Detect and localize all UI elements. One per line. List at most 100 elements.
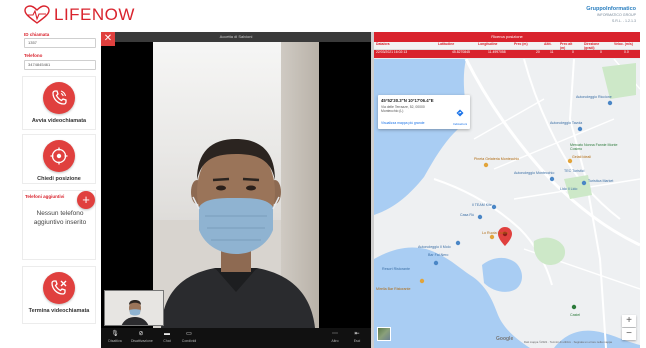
map-poi-label[interactable]: Turistica Market <box>588 179 613 183</box>
directions-button[interactable]: Indicazioni <box>452 104 468 126</box>
map-poi-label[interactable]: TEC Turistici <box>564 169 584 173</box>
remote-video-stream <box>153 42 319 328</box>
id-field[interactable]: 1357 <box>24 38 96 48</box>
table-header-cell: Altit. <box>544 42 552 46</box>
mute-mic-label: Disattiva <box>108 339 122 343</box>
chat-label: Chat <box>163 339 171 343</box>
popup-coordinates: 45°52'30.3"N 10°17'06.4"E <box>381 98 434 103</box>
map-panel: Ricerca posizione Data/ora Latitudine Lo… <box>374 32 640 348</box>
camera-off-button[interactable]: ⊘ Disattivazione <box>131 331 153 343</box>
table-header: Data/ora Latitudine Longitudine Prec (m)… <box>374 42 640 50</box>
request-position-button[interactable]: Chiedi posizione <box>22 134 96 184</box>
position-circle <box>43 140 75 172</box>
start-video-call-label: Avvia videochiamata <box>31 118 87 124</box>
table-header-cell: Prec (m) <box>514 42 528 46</box>
logo: LIFENOW <box>24 5 135 25</box>
zoom-in-button[interactable]: + <box>622 315 636 327</box>
partner-sub-2: S.R.L. - 1.2.1.3 <box>611 18 636 23</box>
map-poi-label[interactable]: Mercato Nonna Fannie Monte Cosimo <box>570 143 628 151</box>
camera-off-label: Disattivazione <box>131 339 153 343</box>
map-title: Ricerca posizione <box>491 34 523 39</box>
table-cell: 11.4997058 <box>488 50 506 54</box>
map-poi-label[interactable]: Autonoleggio Tavola <box>550 121 582 125</box>
table-cell: 0 <box>600 50 602 54</box>
table-cell: 11 <box>550 50 554 54</box>
map-poi-label[interactable]: Lo Ruota Ladies <box>482 231 508 235</box>
directions-label: Indicazioni <box>452 122 468 126</box>
map-poi-label[interactable]: Resort Ristorante <box>382 267 410 271</box>
partner-name: GruppoInformatico <box>586 6 636 12</box>
app-header: LIFENOW GruppoInformatico INFORMATICO GR… <box>0 0 646 32</box>
map-poi-label[interactable]: Gelati Ideali <box>572 155 591 159</box>
map-poi-label[interactable]: Autonoleggio Riccione <box>576 95 612 99</box>
zoom-out-button[interactable]: − <box>622 328 636 340</box>
microphone-icon: 🎙 <box>111 331 119 337</box>
video-title: Accetta di Salvioni <box>219 34 253 39</box>
table-header-cell: Latitudine <box>438 42 455 46</box>
extra-phones-title: Telefoni aggiuntivi <box>25 194 65 199</box>
more-icon: ⋯ <box>332 331 338 337</box>
map-poi-label[interactable]: Casa Rù <box>460 213 474 217</box>
map-poi-label[interactable]: Autonoleggio Montecchio <box>514 171 554 175</box>
table-cell: 0 <box>572 50 574 54</box>
partner-logo: GruppoInformatico INFORMATICO GROUP S.R.… <box>578 6 636 23</box>
map-title-bar: Ricerca posizione <box>374 32 640 42</box>
video-controls-bar: 🎙 Disattiva ⊘ Disattivazione ▬ Chat ▭ Co… <box>101 328 371 348</box>
table-header-cell: Veloc. (m/s) <box>614 42 633 46</box>
mute-mic-button[interactable]: 🎙 Disattiva <box>105 331 125 343</box>
end-video-call-label: Termina videochiamata <box>28 308 90 314</box>
map-zoom-controls: + − <box>622 315 636 340</box>
video-call-panel: Accetta di Salvioni ✕ 🎙 Disattiva ⊘ Disa… <box>101 32 371 348</box>
directions-icon <box>456 109 464 117</box>
local-video-preview[interactable] <box>104 290 164 326</box>
satellite-toggle[interactable] <box>377 327 391 341</box>
person-figure <box>161 139 315 328</box>
partner-sub-1: INFORMATICO GROUP <box>596 13 636 17</box>
logo-text: LIFENOW <box>54 5 135 24</box>
more-label: Altro <box>331 339 339 343</box>
phone-icon <box>52 90 67 105</box>
extra-phones-card: Telefoni aggiuntivi + Nessun telefono ag… <box>22 190 96 260</box>
table-cell: 20 <box>536 50 540 54</box>
map-poi-label[interactable]: Bar Fai Nero <box>428 253 448 257</box>
position-table: Data/ora Latitudine Longitudine Prec (m)… <box>374 42 640 58</box>
location-icon <box>50 147 68 165</box>
map-poi-label[interactable]: Mirella Bar Ristorante <box>376 287 411 291</box>
request-position-label: Chiedi posizione <box>37 176 81 182</box>
map-poi-label[interactable]: Il TEAM Kite <box>472 203 492 207</box>
screen-share-button[interactable]: ▭ Condividi <box>179 331 199 343</box>
table-header-cell: Longitudine <box>478 42 498 46</box>
map-poi-label[interactable]: Lido Il Lido <box>560 187 577 191</box>
leave-button[interactable]: ⇤ Esci <box>347 331 367 343</box>
phone-label: Telefono <box>24 53 43 58</box>
start-video-call-button[interactable]: Avvia videochiamata <box>22 76 96 130</box>
close-video-button[interactable]: ✕ <box>101 32 115 46</box>
google-logo: Google <box>496 336 514 342</box>
map-attribution: Dati mappa ©2021 · Termini di utilizzo ·… <box>524 340 612 344</box>
screen-share-icon: ▭ <box>186 331 192 337</box>
map-poi-label[interactable]: Pineta Gelateria Montecchio <box>474 157 519 161</box>
bigger-map-link[interactable]: Visualizza mappa più grande <box>381 121 424 125</box>
map-poi-label[interactable]: Autonoleggio Il Molo <box>418 245 451 249</box>
map-poi-label[interactable]: Castel <box>570 313 580 317</box>
app-root: LIFENOW GruppoInformatico INFORMATICO GR… <box>0 0 646 348</box>
table-cell: 22/03/2021 16:02:13 <box>376 50 408 54</box>
more-button[interactable]: ⋯ Altro <box>325 331 345 343</box>
camera-off-icon: ⊘ <box>138 331 144 337</box>
table-row[interactable]: 22/03/2021 16:02:13 45.8270845 11.499705… <box>374 50 640 58</box>
phone-field[interactable]: 3474845461 <box>24 60 96 70</box>
add-phone-button[interactable]: + <box>77 191 95 209</box>
heart-logo-icon <box>24 5 50 24</box>
end-call-circle <box>43 272 75 304</box>
end-video-call-button[interactable]: Termina videochiamata <box>22 266 96 324</box>
google-map[interactable]: 45°52'30.3"N 10°17'06.4"E Via delle Terr… <box>374 59 640 348</box>
map-info-popup: 45°52'30.3"N 10°17'06.4"E Via delle Terr… <box>378 95 470 129</box>
screen-share-label: Condividi <box>181 339 197 343</box>
table-cell: 45.8270845 <box>452 50 470 54</box>
video-title-bar: Accetta di Salvioni <box>101 32 371 42</box>
table-header-cell: Data/ora <box>376 42 390 46</box>
popup-address: Via delle Terrazze, 52, 00000 Montecchio… <box>381 105 425 114</box>
chat-icon: ▬ <box>164 331 170 337</box>
chat-button[interactable]: ▬ Chat <box>157 331 177 343</box>
self-view-figure <box>105 291 163 325</box>
